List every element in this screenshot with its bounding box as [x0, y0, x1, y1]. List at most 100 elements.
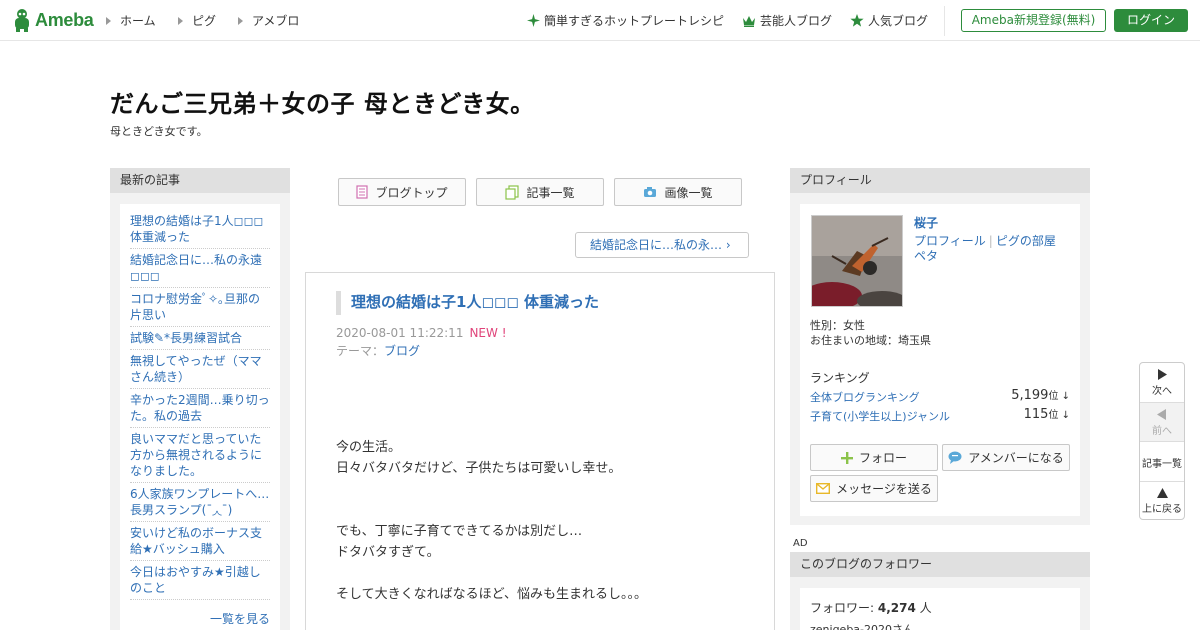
document-icon — [356, 185, 369, 199]
link-popular-blog[interactable]: 人気ブログ — [850, 12, 928, 29]
entry-line — [336, 479, 647, 500]
profile-info: 性別：女性 お住まいの地域：埼玉県 — [810, 318, 931, 348]
profile-links: プロフィール | ピグの部屋 ペタ — [914, 234, 1056, 264]
ranking-row: 子育て(小学生以上)ジャンル 115位 ↓ — [810, 406, 1070, 424]
float-next-button[interactable]: 次へ — [1140, 363, 1184, 403]
chat-bubble-icon — [948, 451, 962, 464]
follower-count-suffix: 人 — [915, 601, 932, 615]
triangle-icon — [178, 16, 183, 25]
new-badge: NEW ! — [469, 326, 507, 340]
entry-date: 2020-08-01 11:22:11 — [336, 326, 464, 340]
followers-panel: このブログのフォロワー — [790, 552, 1090, 630]
send-message-label: メッセージを送る — [836, 482, 932, 496]
avatar[interactable] — [811, 215, 903, 307]
nav-home-label: ホーム — [120, 14, 156, 28]
nav-ameblo[interactable]: アメブロ — [238, 12, 299, 29]
star-icon — [850, 14, 864, 27]
nav-pigg-label: ピグ — [192, 14, 217, 28]
nav-pigg[interactable]: ピグ — [178, 12, 216, 29]
copy-pages-icon — [505, 184, 520, 200]
article-link[interactable]: 結婚記念日に…私の永遠◻︎◻︎◻︎ — [130, 249, 270, 288]
article-link[interactable]: 試験✎*長男練習試合 — [130, 327, 270, 350]
pigg-room-link[interactable]: ピグの部屋 — [996, 234, 1056, 248]
latest-articles-heading: 最新の記事 — [110, 168, 290, 193]
float-top-label: 上に戻る — [1142, 503, 1182, 515]
article-link[interactable]: 理想の結婚は子1人◻︎◻︎◻︎ 体重減った — [130, 210, 270, 249]
logo-text: Ameba — [35, 9, 94, 30]
triangle-icon — [238, 16, 243, 25]
link-celebrity-blog-label: 芸能人ブログ — [760, 14, 833, 28]
float-article-list-label: 記事一覧 — [1142, 459, 1182, 470]
blog-entry: 理想の結婚は子1人◻︎◻︎◻︎ 体重減った 2020-08-01 11:22:1… — [305, 272, 775, 630]
latest-articles-list: 理想の結婚は子1人◻︎◻︎◻︎ 体重減った 結婚記念日に…私の永遠◻︎◻︎◻︎ … — [120, 204, 280, 630]
entry-line: 日々バタバタだけど、子供たちは可愛いし幸せ。 — [336, 461, 622, 476]
article-link[interactable]: 良いママだと思っていた方から無視されるようになりました。 — [130, 428, 270, 483]
divider: | — [988, 234, 993, 248]
play-left-icon — [1157, 408, 1166, 420]
floating-nav: 次へ 前へ 記事一覧 上に戻る — [1139, 362, 1185, 520]
blog-title[interactable]: だんご三兄弟＋女の子 母ときどき女。 — [110, 84, 535, 119]
article-link[interactable]: 今日はおやすみ★引越しのこと — [130, 561, 270, 600]
latest-articles-panel: 最新の記事 理想の結婚は子1人◻︎◻︎◻︎ 体重減った 結婚記念日に…私の永遠◻… — [110, 168, 290, 630]
follower-name[interactable]: zenigeba-2020さん — [810, 621, 914, 630]
follow-button-label: フォロー — [858, 451, 907, 465]
sparkle-icon — [527, 14, 540, 27]
profile-gender: 性別：女性 — [810, 319, 865, 332]
tab-image-list[interactable]: 画像一覧 — [614, 178, 742, 206]
float-prev-button[interactable]: 前へ — [1140, 402, 1184, 442]
entry-line: でも、丁寧に子育てできてるかは別だし… — [336, 524, 583, 539]
register-button[interactable]: Ameba新規登録(無料) — [961, 9, 1106, 32]
article-link[interactable]: 無視してやったぜ（ママさん続き） — [130, 350, 270, 389]
article-link[interactable]: 安いけど私のボーナス支給★バッシュ購入 — [130, 522, 270, 561]
ranking-value: 5,199 — [1011, 388, 1049, 403]
follow-button[interactable]: フォロー — [810, 444, 938, 471]
follower-count-value: 4,274 — [877, 601, 916, 615]
ranking-overall-value: 5,199位 ↓ — [1011, 387, 1070, 403]
ranking-unit: 位 ↓ — [1048, 391, 1070, 402]
ameba-logo[interactable]: Ameba — [12, 8, 94, 32]
float-article-list-button[interactable]: 記事一覧 — [1140, 442, 1184, 482]
ranking-genre-link[interactable]: 子育て(小学生以上)ジャンル — [810, 410, 950, 423]
float-prev-label: 前へ — [1152, 425, 1172, 437]
tab-blog-top[interactable]: ブログトップ — [338, 178, 466, 206]
followers-heading: このブログのフォロワー — [790, 552, 1090, 577]
ranking-overall-link[interactable]: 全体ブログランキング — [810, 391, 920, 404]
article-list-more-link[interactable]: 一覧を見る — [210, 610, 270, 627]
entry-theme: テーマ：ブログ — [336, 342, 420, 359]
amember-button[interactable]: アメンバーになる — [942, 444, 1070, 471]
ranking-genre-value: 115位 ↓ — [1024, 406, 1070, 422]
envelope-icon — [816, 483, 831, 494]
tab-article-list-label: 記事一覧 — [526, 185, 575, 200]
ranking-unit: 位 ↓ — [1048, 410, 1070, 421]
tab-article-list[interactable]: 記事一覧 — [476, 178, 604, 206]
article-link[interactable]: コロナ慰労金ﾟ✧｡旦那の片思い — [130, 288, 270, 327]
peta-link[interactable]: ペタ — [914, 249, 938, 263]
entry-line: ドタバタすぎて。 — [336, 545, 440, 560]
ranking-value: 115 — [1023, 407, 1049, 422]
link-hotplate-recipe[interactable]: 簡単すぎるホットプレートレシピ — [527, 12, 724, 29]
entry-line — [336, 500, 647, 521]
send-message-button[interactable]: メッセージを送る — [810, 475, 938, 502]
login-button[interactable]: ログイン — [1114, 9, 1188, 32]
nav-home[interactable]: ホーム — [106, 12, 156, 29]
link-celebrity-blog[interactable]: 芸能人ブログ — [742, 12, 832, 29]
entry-title[interactable]: 理想の結婚は子1人◻︎◻︎◻︎ 体重減った — [336, 291, 599, 315]
amember-button-label: アメンバーになる — [968, 451, 1064, 465]
follower-count-prefix: フォロワー: — [810, 601, 878, 615]
profile-link[interactable]: プロフィール — [914, 234, 986, 248]
tab-blog-top-label: ブログトップ — [375, 185, 448, 200]
article-link[interactable]: 6人家族ワンプレートへ…長男スランプ(ˉ◞◟ˉ) — [130, 483, 270, 522]
play-right-icon — [1158, 369, 1167, 380]
entry-theme-link[interactable]: ブログ — [384, 344, 420, 358]
float-top-button[interactable]: 上に戻る — [1140, 482, 1184, 520]
link-hotplate-recipe-label: 簡単すぎるホットプレートレシピ — [544, 14, 725, 28]
nav-ameblo-label: アメブロ — [252, 14, 300, 28]
profile-name[interactable]: 桜子 — [914, 214, 938, 231]
profile-location: お住まいの地域：埼玉県 — [810, 334, 931, 347]
ranking-heading: ランキング — [810, 371, 870, 385]
camera-icon — [644, 187, 657, 197]
global-header: Ameba ホーム ピグ アメブロ 簡単すぎるホットプレートレシピ 芸能人ブログ… — [0, 0, 1200, 41]
next-article-link[interactable]: 結婚記念日に…私の永… › — [575, 232, 749, 258]
ameba-logo-icon — [15, 9, 29, 32]
article-link[interactable]: 辛かった2週間…乗り切った。私の過去 — [130, 389, 270, 428]
